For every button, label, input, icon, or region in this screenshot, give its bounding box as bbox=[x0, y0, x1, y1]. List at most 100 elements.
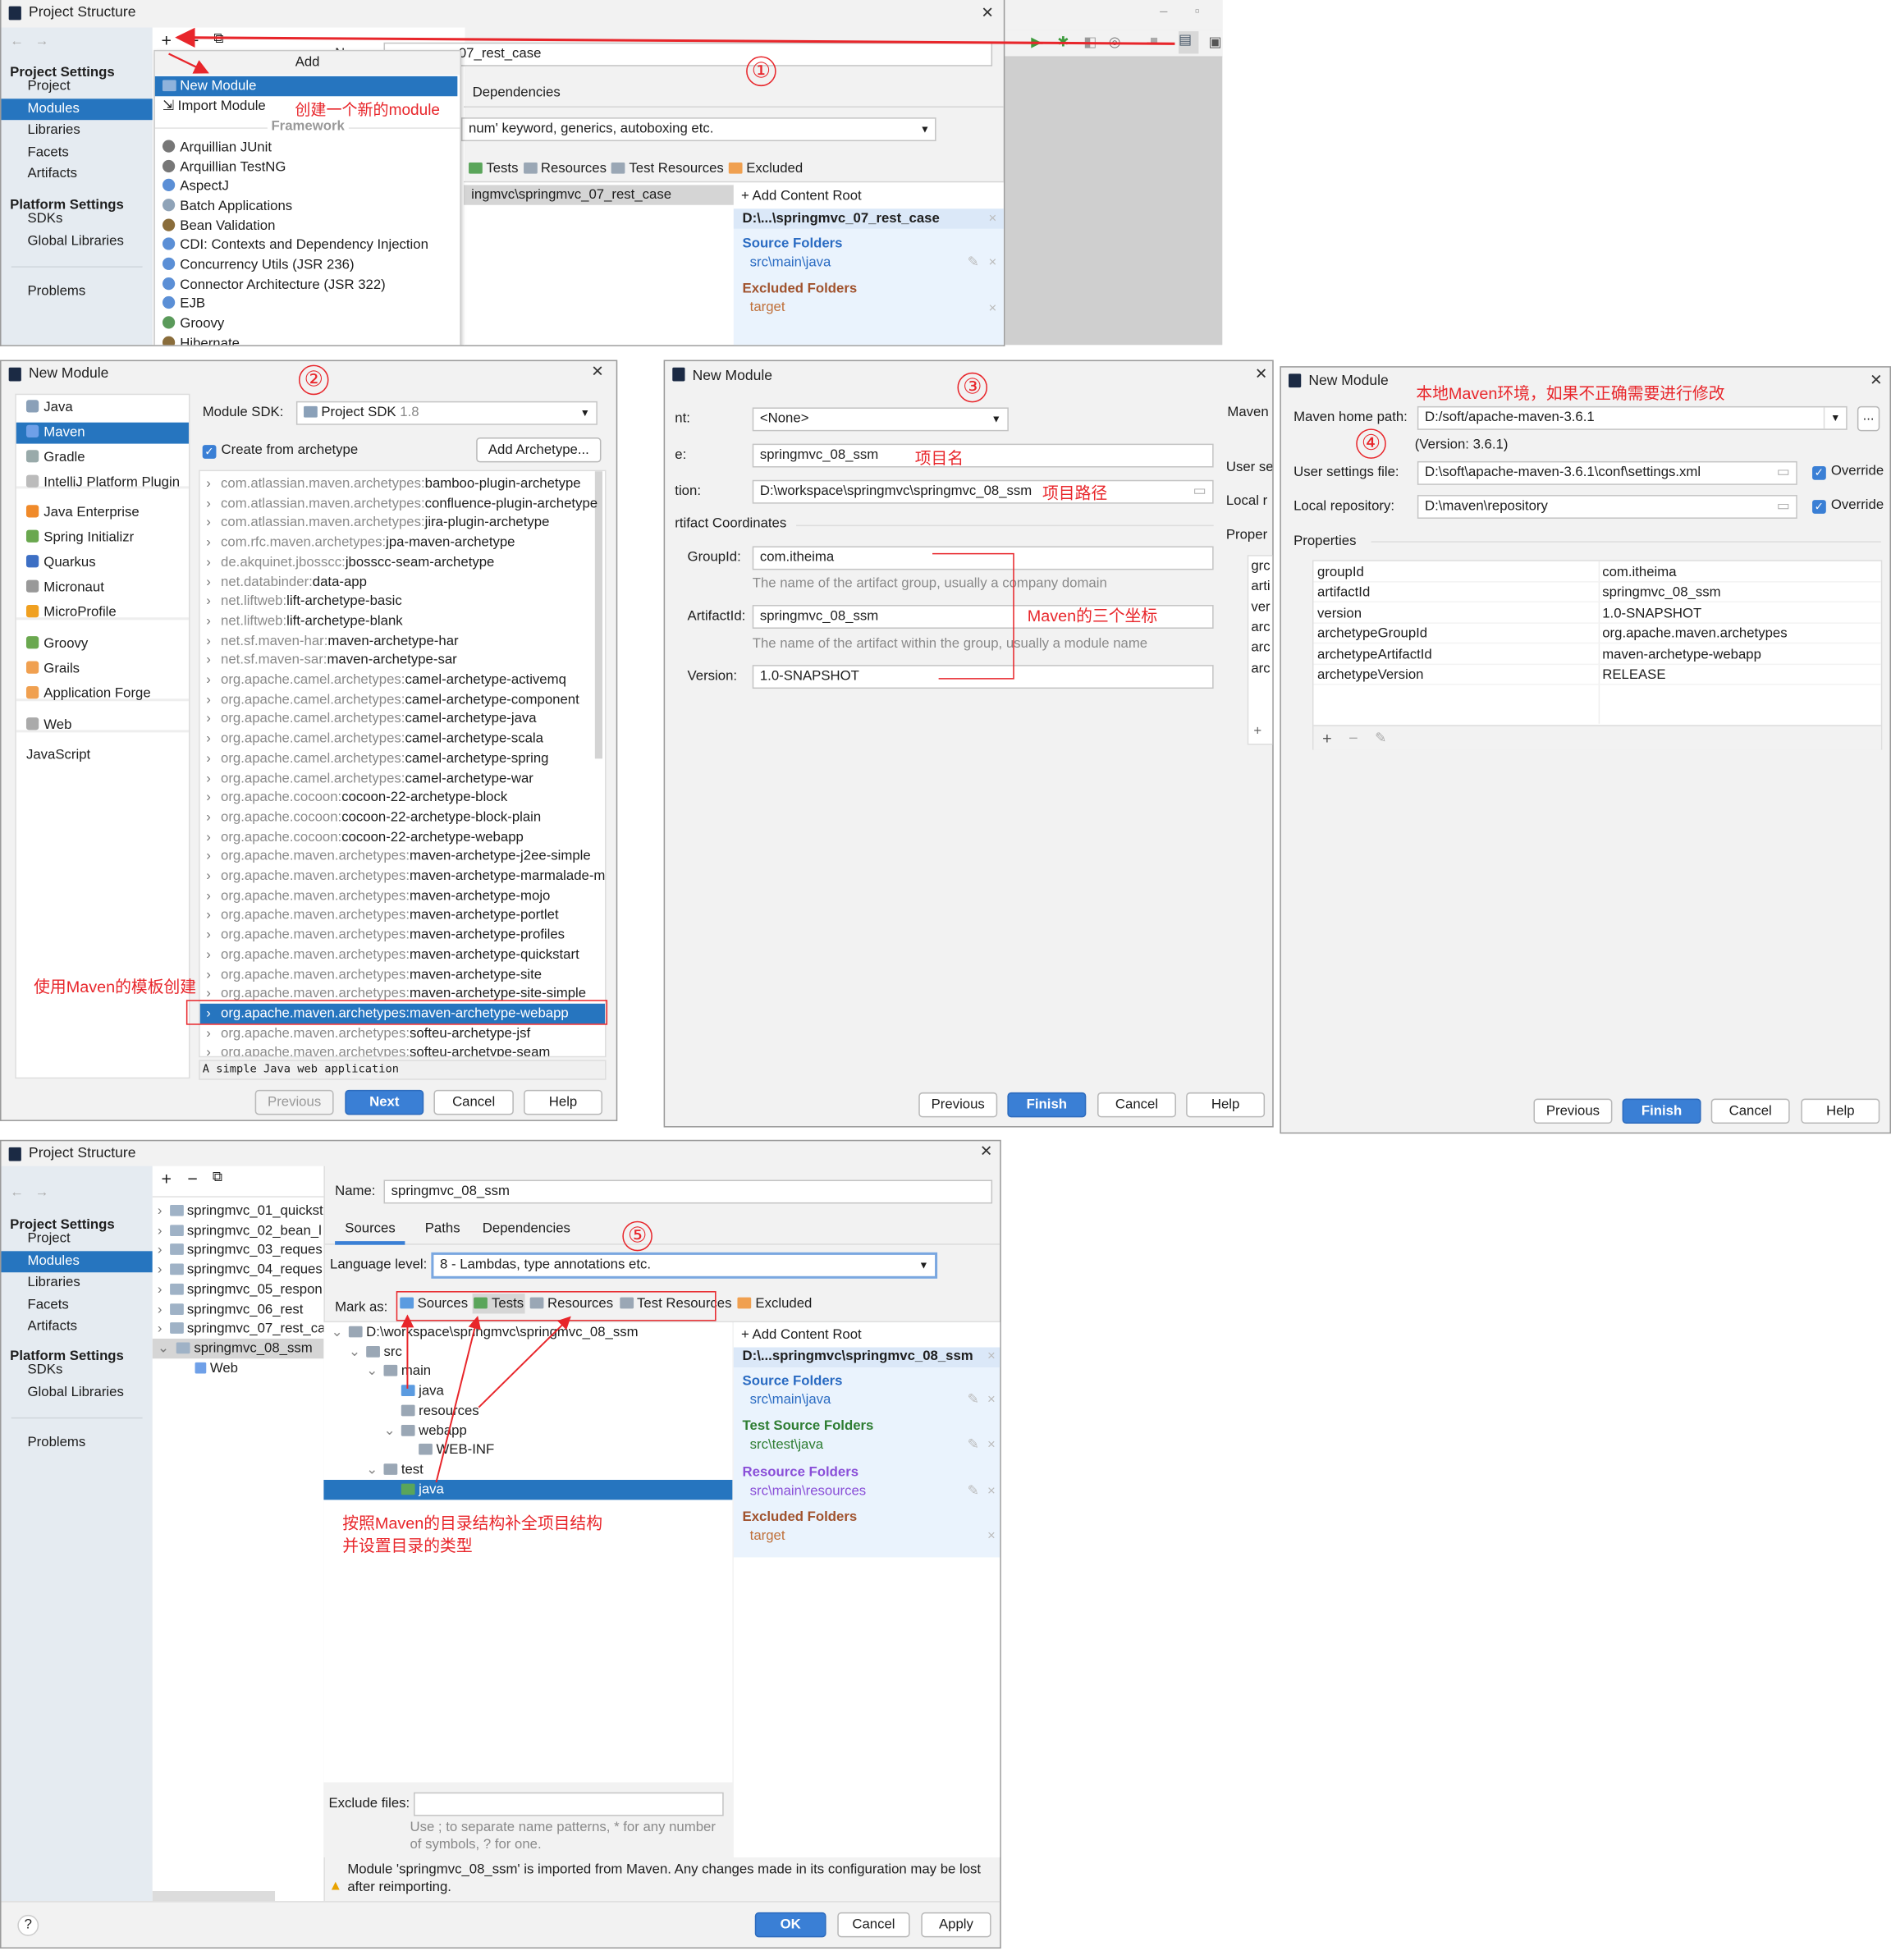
property-row[interactable]: version 1.0-SNAPSHOT bbox=[1313, 603, 1881, 624]
archetype-item[interactable]: › org.apache.maven.archetypes:softeu-arch… bbox=[200, 1024, 605, 1043]
create-from-archetype-checkbox[interactable]: ✓ Create from archetype bbox=[202, 442, 358, 459]
excluded-folder-path[interactable]: target bbox=[750, 300, 785, 314]
archetype-item[interactable]: › org.apache.maven.archetypes:maven-arche… bbox=[200, 905, 605, 925]
edit-icon[interactable]: ✎ bbox=[1375, 730, 1386, 746]
menu-item[interactable]: Arquillian JUnit bbox=[155, 138, 272, 158]
archetype-item[interactable]: › org.apache.maven.archetypes:softeu-arch… bbox=[200, 1042, 605, 1056]
mark-as-resources[interactable]: Resources bbox=[523, 161, 607, 176]
menu-item[interactable]: Batch Applications bbox=[155, 196, 292, 216]
archetype-item[interactable]: › org.apache.cocoon:cocoon-22-archetype-b… bbox=[200, 808, 605, 827]
archetype-item[interactable]: › net.liftweb:lift-archetype-blank bbox=[200, 611, 605, 630]
close-icon[interactable]: ✕ bbox=[1870, 371, 1882, 388]
module-type-web[interactable]: Web bbox=[16, 715, 189, 736]
sidebar-item-artifacts[interactable]: Artifacts bbox=[2, 163, 153, 185]
local-repository-field[interactable]: D:\maven\repository ▭ bbox=[1417, 495, 1797, 519]
menu-item[interactable]: Connector Architecture (JSR 322) bbox=[155, 274, 386, 294]
archetype-item[interactable]: › org.apache.maven.archetypes:maven-arche… bbox=[200, 964, 605, 984]
archetype-item[interactable]: › org.apache.camel.archetypes:camel-arche… bbox=[200, 689, 605, 709]
cancel-button[interactable]: Cancel bbox=[837, 1912, 910, 1938]
archetype-item[interactable]: › org.apache.maven.archetypes:maven-arche… bbox=[200, 846, 605, 866]
browse-button[interactable]: ... bbox=[1857, 405, 1880, 432]
help-button[interactable]: Help bbox=[1801, 1098, 1880, 1124]
next-button[interactable]: Next bbox=[345, 1089, 424, 1115]
archetype-item[interactable]: › com.atlassian.maven.archetypes:jira-plu… bbox=[200, 513, 605, 533]
user-settings-field[interactable]: D:\soft\apache-maven-3.6.1\conf\settings… bbox=[1417, 460, 1797, 485]
archetype-item[interactable]: › org.apache.maven.archetypes:maven-arche… bbox=[200, 945, 605, 964]
archetype-item[interactable]: › org.apache.maven.archetypes:maven-arche… bbox=[200, 886, 605, 905]
archetype-item[interactable]: › net.sf.maven-har:maven-archetype-har bbox=[200, 630, 605, 650]
module-type-application-forge[interactable]: Application Forge bbox=[16, 684, 189, 705]
help-button[interactable]: ? bbox=[17, 1914, 39, 1936]
excluded-folder-path[interactable]: target bbox=[750, 1528, 785, 1543]
edit-icon[interactable]: ✎ bbox=[968, 254, 979, 270]
previous-button[interactable]: Previous bbox=[1533, 1098, 1613, 1124]
language-level-dropdown[interactable]: num' keyword, generics, autoboxing etc. ▼ bbox=[460, 117, 936, 142]
menu-item[interactable]: Hibernate bbox=[155, 333, 240, 346]
mark-as-excluded[interactable]: Excluded bbox=[728, 161, 803, 176]
help-button[interactable]: Help bbox=[524, 1089, 602, 1115]
archetype-item[interactable]: › org.apache.cocoon:cocoon-22-archetype-w… bbox=[200, 827, 605, 846]
module-type-java-enterprise[interactable]: Java Enterprise bbox=[16, 502, 189, 524]
archetype-item[interactable]: › de.akquinet.jbosscc:jbosscc-seam-archet… bbox=[200, 552, 605, 572]
archetype-item[interactable]: › com.atlassian.maven.archetypes:confluen… bbox=[200, 493, 605, 513]
module-type-java[interactable]: Java bbox=[16, 397, 189, 419]
archetype-item[interactable]: › com.atlassian.maven.archetypes:bamboo-p… bbox=[200, 474, 605, 493]
menu-item[interactable]: Arquillian TestNG bbox=[155, 157, 286, 176]
archetype-item[interactable]: › org.apache.maven.archetypes:maven-arche… bbox=[200, 925, 605, 945]
archetype-item[interactable]: › com.rfc.maven.archetypes:jpa-maven-arch… bbox=[200, 533, 605, 552]
sidebar-item-facets[interactable]: Facets bbox=[2, 142, 153, 163]
sidebar-item-libraries[interactable]: Libraries bbox=[2, 120, 153, 141]
add-icon[interactable]: + bbox=[1322, 729, 1332, 748]
archetype-item[interactable]: › org.apache.cocoon:cocoon-22-archetype-b… bbox=[200, 788, 605, 808]
module-type-intellij-platform-plugin[interactable]: IntelliJ Platform Plugin bbox=[16, 473, 189, 494]
cancel-button[interactable]: Cancel bbox=[433, 1089, 514, 1115]
module-type-quarkus[interactable]: Quarkus bbox=[16, 552, 189, 574]
property-row[interactable]: archetypeArtifactId maven-archetype-webap… bbox=[1313, 644, 1881, 665]
archetype-item[interactable]: › net.liftweb:lift-archetype-basic bbox=[200, 592, 605, 611]
sidebar-item-problems[interactable]: Problems bbox=[2, 282, 153, 303]
cancel-button[interactable]: Cancel bbox=[1710, 1098, 1790, 1124]
menu-item[interactable]: EJB bbox=[155, 294, 205, 314]
finish-button[interactable]: Finish bbox=[1622, 1098, 1701, 1124]
sidebar-item-modules[interactable]: Modules bbox=[1, 98, 153, 120]
close-icon[interactable]: × bbox=[989, 255, 997, 270]
close-icon[interactable]: × bbox=[987, 1528, 996, 1543]
menu-item[interactable]: Concurrency Utils (JSR 236) bbox=[155, 254, 355, 274]
add-archetype-button[interactable]: Add Archetype... bbox=[476, 437, 602, 463]
module-type-groovy[interactable]: Groovy bbox=[16, 634, 189, 655]
property-row[interactable]: archetypeGroupId org.apache.maven.archety… bbox=[1313, 624, 1881, 644]
previous-button[interactable]: Previous bbox=[254, 1089, 334, 1115]
archetype-item[interactable]: › org.apache.camel.archetypes:camel-arche… bbox=[200, 768, 605, 788]
ok-button[interactable]: OK bbox=[754, 1912, 826, 1938]
archetype-item[interactable]: › org.apache.camel.archetypes:camel-arche… bbox=[200, 749, 605, 768]
menu-item[interactable]: CDI: Contexts and Dependency Injection bbox=[155, 236, 428, 255]
module-type-maven[interactable]: Maven bbox=[16, 422, 189, 444]
add-content-root-button[interactable]: + Add Content Root bbox=[741, 189, 862, 204]
help-button[interactable]: Help bbox=[1186, 1092, 1266, 1118]
module-type-spring-initializr[interactable]: Spring Initializr bbox=[16, 528, 189, 549]
archetype-item[interactable]: › org.apache.camel.archetypes:camel-arche… bbox=[200, 670, 605, 689]
close-icon[interactable]: ✕ bbox=[591, 363, 603, 380]
property-row[interactable]: groupId com.itheima bbox=[1313, 562, 1881, 583]
source-folder-path[interactable]: src\main\java bbox=[750, 255, 831, 270]
maven-home-dropdown[interactable]: D:/soft/apache-maven-3.6.1 ▼ bbox=[1417, 405, 1848, 430]
module-type-micronaut[interactable]: Micronaut bbox=[16, 578, 189, 599]
menu-item[interactable]: AspectJ bbox=[155, 176, 229, 196]
module-type-microprofile[interactable]: MicroProfile bbox=[16, 602, 189, 624]
finish-button[interactable]: Finish bbox=[1007, 1092, 1087, 1118]
archetype-item[interactable]: › net.databinder:data-app bbox=[200, 572, 605, 592]
sidebar-item-global-libraries[interactable]: Global Libraries bbox=[2, 231, 153, 252]
apply-button[interactable]: Apply bbox=[921, 1912, 991, 1938]
sidebar-item-sdks[interactable]: SDKs bbox=[2, 208, 153, 230]
archetype-item[interactable]: › org.apache.camel.archetypes:camel-arche… bbox=[200, 729, 605, 749]
close-icon[interactable]: × bbox=[989, 211, 997, 226]
menu-item[interactable]: Bean Validation bbox=[155, 216, 275, 236]
menu-item[interactable]: Groovy bbox=[155, 314, 224, 333]
horizontal-scrollbar[interactable] bbox=[152, 1890, 276, 1902]
mark-as-test-resources[interactable]: Test Resources bbox=[611, 161, 724, 176]
module-type-javascript[interactable]: JavaScript bbox=[16, 745, 189, 767]
override-checkbox[interactable]: ✓ Override bbox=[1812, 464, 1884, 480]
module-type-gradle[interactable]: Gradle bbox=[16, 447, 189, 469]
close-icon[interactable]: × bbox=[989, 301, 997, 316]
override-checkbox[interactable]: ✓ Override bbox=[1812, 497, 1884, 514]
